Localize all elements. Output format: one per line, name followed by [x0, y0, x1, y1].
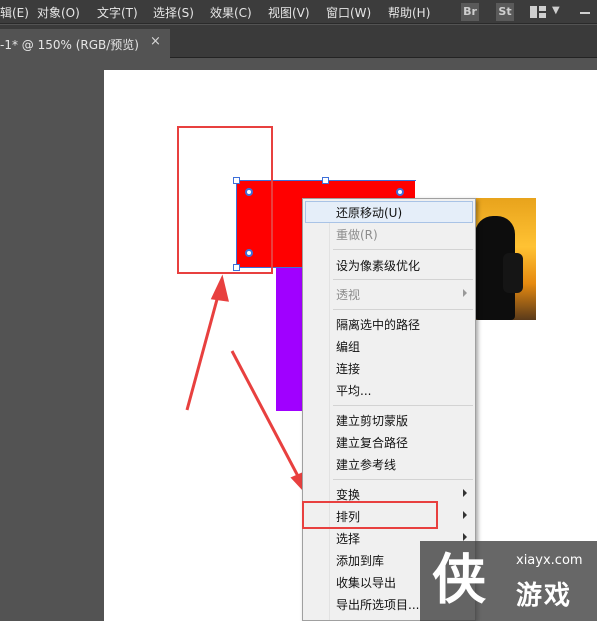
menu-item-isolate-path[interactable]: 隔离选中的路径	[305, 313, 473, 335]
menu-item-perspective[interactable]: 透视	[305, 283, 473, 305]
menu-item-average[interactable]: 平均...	[305, 379, 473, 401]
watermark-logo-glyph: 侠	[432, 547, 486, 611]
menu-item-undo-move[interactable]: 还原移动(U)	[305, 201, 473, 223]
menu-item-make-compound-path[interactable]: 建立复合路径	[305, 431, 473, 453]
menu-item-make-clipping-mask[interactable]: 建立剪切蒙版	[305, 409, 473, 431]
watermark-url: xiayx.com	[516, 553, 583, 568]
watermark: 侠 xiayx.com 游戏	[420, 541, 597, 621]
submenu-arrow-icon	[463, 289, 467, 297]
menu-separator	[333, 309, 473, 310]
menu-item-redo[interactable]: 重做(R)	[305, 223, 473, 245]
menu-separator	[333, 279, 473, 280]
annotation-arrow-down	[230, 350, 302, 481]
annotation-arrowhead-up	[210, 274, 229, 302]
menu-separator	[333, 249, 473, 250]
submenu-arrow-icon	[463, 511, 467, 519]
menu-item-pixel-optimize[interactable]: 设为像素级优化	[305, 254, 473, 276]
annotation-arrows	[185, 274, 309, 496]
menu-item-group[interactable]: 编组	[305, 335, 473, 357]
menu-separator	[333, 405, 473, 406]
menu-item-make-guides[interactable]: 建立参考线	[305, 453, 473, 475]
menu-separator	[333, 479, 473, 480]
annotation-arrow-up	[185, 291, 221, 411]
submenu-arrow-icon	[463, 489, 467, 497]
watermark-name: 游戏	[516, 581, 573, 611]
submenu-arrow-icon	[463, 533, 467, 541]
menu-item-join[interactable]: 连接	[305, 357, 473, 379]
annotation-box-arrange	[302, 501, 438, 529]
